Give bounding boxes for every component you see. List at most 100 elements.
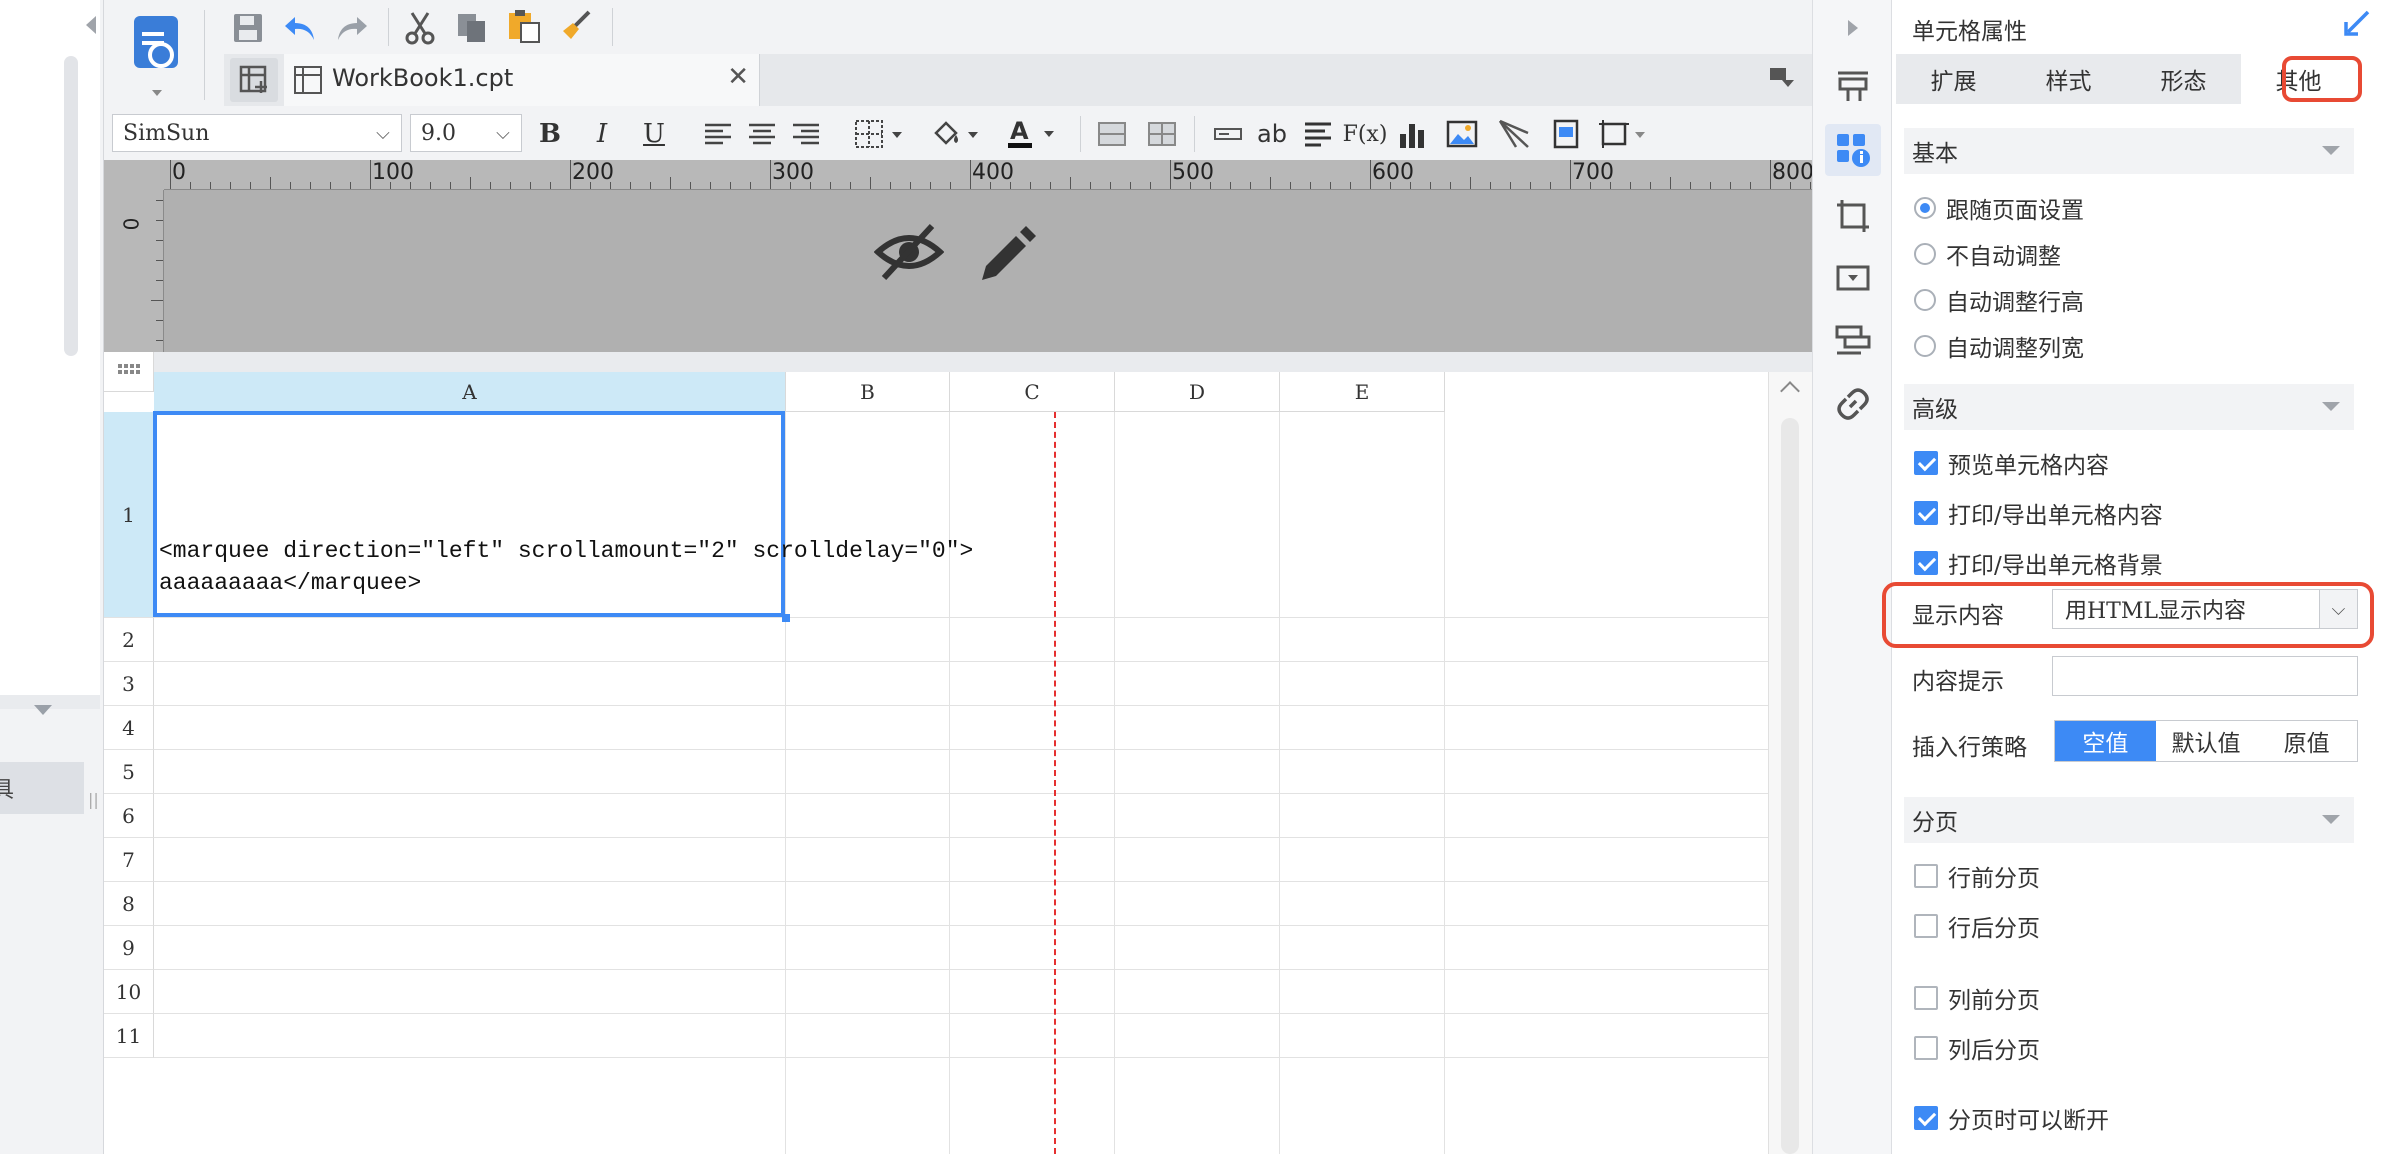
left-panel-item[interactable]: 具 <box>0 762 84 814</box>
checkbox-option[interactable]: 行后分页 <box>1914 908 2040 944</box>
bold-button[interactable]: B <box>532 116 568 152</box>
tab-expand[interactable]: 扩展 <box>1896 54 2011 104</box>
checkbox[interactable] <box>1914 1036 1938 1060</box>
checkbox-option[interactable]: 打印/导出单元格背景 <box>1914 545 2163 581</box>
checkbox-option[interactable]: 列前分页 <box>1914 980 2040 1016</box>
radio-option[interactable]: 跟随页面设置 <box>1914 190 2084 226</box>
checkbox[interactable] <box>1914 551 1938 575</box>
close-icon[interactable]: ✕ <box>727 62 749 92</box>
report-logo-icon[interactable] <box>124 12 194 96</box>
insert-text-field-icon[interactable] <box>1210 116 1246 152</box>
font-size-select[interactable]: 9.0 ⌵ <box>410 114 522 152</box>
fill-handle[interactable] <box>782 614 790 622</box>
template-layout-icon[interactable] <box>1833 66 1873 106</box>
checkbox[interactable] <box>1914 914 1938 938</box>
insert-text-button[interactable]: ab <box>1254 116 1290 152</box>
row-header-8[interactable]: 8 <box>104 882 154 926</box>
split-cells-icon[interactable] <box>1144 116 1180 152</box>
row-header-6[interactable]: 6 <box>104 794 154 838</box>
row-header-9[interactable]: 9 <box>104 926 154 970</box>
checkbox-option[interactable]: 列后分页 <box>1914 1030 2040 1066</box>
insert-image-icon[interactable] <box>1444 116 1480 152</box>
radio-option[interactable]: 自动调整行高 <box>1914 282 2084 318</box>
column-header-c[interactable]: C <box>950 372 1115 412</box>
section-basic-header[interactable]: 基本 <box>1904 128 2354 174</box>
condition-attributes-icon[interactable] <box>1833 322 1873 362</box>
checkbox[interactable] <box>1914 1106 1938 1130</box>
underline-button[interactable]: U <box>636 116 672 152</box>
radio-button[interactable] <box>1914 197 1936 219</box>
align-center-icon[interactable] <box>744 116 780 152</box>
scrollbar-thumb[interactable] <box>1781 418 1799 1154</box>
column-header-b[interactable]: B <box>786 372 950 412</box>
row-header-2[interactable]: 2 <box>104 618 154 662</box>
collapse-left-panel-icon[interactable] <box>86 16 96 34</box>
widget-crop-icon[interactable] <box>1833 196 1873 236</box>
redo-icon[interactable] <box>332 8 372 48</box>
insert-richtext-icon[interactable] <box>1300 116 1336 152</box>
content-hint-input[interactable] <box>2052 656 2358 696</box>
radio-option[interactable]: 自动调整列宽 <box>1914 328 2084 364</box>
tab-form[interactable]: 形态 <box>2126 54 2241 104</box>
expand-right-icon[interactable] <box>1833 8 1873 48</box>
border-icon[interactable] <box>852 116 912 152</box>
row-header-3[interactable]: 3 <box>104 662 154 706</box>
radio-button[interactable] <box>1914 289 1936 311</box>
checkbox-option[interactable]: 行前分页 <box>1914 858 2040 894</box>
edit-pencil-icon[interactable] <box>974 220 1038 284</box>
checkbox[interactable] <box>1914 864 1938 888</box>
cell-a1[interactable]: <marquee direction="left" scrollamount="… <box>153 411 973 617</box>
checkbox-option[interactable]: 预览单元格内容 <box>1914 445 2109 481</box>
radio-button[interactable] <box>1914 335 1936 357</box>
radio-button[interactable] <box>1914 243 1936 265</box>
row-header-7[interactable]: 7 <box>104 838 154 882</box>
cell-attributes-icon[interactable] <box>1825 124 1881 176</box>
align-left-icon[interactable] <box>700 116 736 152</box>
section-advanced-header[interactable]: 高级 <box>1904 384 2354 430</box>
section-paging-header[interactable]: 分页 <box>1904 797 2354 843</box>
resize-grip-icon[interactable]: || <box>88 790 99 809</box>
format-painter-icon[interactable] <box>556 6 596 46</box>
dropdown-widget-icon[interactable] <box>1833 258 1873 298</box>
checkbox-option[interactable]: 分页时可以断开 <box>1914 1100 2109 1136</box>
tab-menu-icon[interactable] <box>1768 66 1794 94</box>
row-header-4[interactable]: 4 <box>104 706 154 750</box>
checkbox[interactable] <box>1914 451 1938 475</box>
select-all-icon[interactable] <box>104 352 154 392</box>
row-header-10[interactable]: 10 <box>104 970 154 1014</box>
cut-icon[interactable] <box>400 8 440 48</box>
column-header-d[interactable]: D <box>1115 372 1280 412</box>
italic-button[interactable]: I <box>584 116 620 152</box>
checkbox-option[interactable]: 打印/导出单元格内容 <box>1914 495 2163 531</box>
hide-preview-icon[interactable] <box>874 220 944 284</box>
font-color-icon[interactable]: A <box>1004 116 1064 152</box>
insert-formula-button[interactable]: F(x) <box>1340 116 1390 152</box>
tab-style[interactable]: 样式 <box>2011 54 2126 104</box>
hyperlink-icon[interactable] <box>1833 384 1873 424</box>
merge-cells-icon[interactable] <box>1094 116 1130 152</box>
undo-icon[interactable] <box>280 8 320 48</box>
insert-policy-option[interactable]: 默认值 <box>2155 721 2257 761</box>
fill-color-icon[interactable] <box>928 116 988 152</box>
cell-element-icon[interactable] <box>1596 116 1652 152</box>
insert-subreport-icon[interactable] <box>1548 116 1584 152</box>
row-header-5[interactable]: 5 <box>104 750 154 794</box>
insert-chart-icon[interactable] <box>1394 116 1430 152</box>
new-sheet-icon[interactable] <box>230 58 278 102</box>
copy-icon[interactable] <box>452 8 492 48</box>
column-header-e[interactable]: E <box>1280 372 1445 412</box>
insert-policy-option[interactable]: 原值 <box>2256 721 2358 761</box>
checkbox[interactable] <box>1914 501 1938 525</box>
grid-vertical-scrollbar[interactable] <box>1768 372 1812 1154</box>
row-header-11[interactable]: 11 <box>104 1014 154 1058</box>
insert-policy-option[interactable]: 空值 <box>2055 721 2156 761</box>
row-header-1[interactable]: 1 <box>104 412 154 618</box>
insert-slash-icon[interactable] <box>1496 116 1532 152</box>
align-right-icon[interactable] <box>788 116 824 152</box>
left-panel-scrollbar[interactable] <box>64 56 78 356</box>
column-header-a[interactable]: A <box>154 372 786 412</box>
save-icon[interactable] <box>228 8 268 48</box>
paste-icon[interactable] <box>504 6 544 46</box>
tab-workbook[interactable]: WorkBook1.cpt ✕ <box>284 54 760 106</box>
radio-option[interactable]: 不自动调整 <box>1914 236 2061 272</box>
